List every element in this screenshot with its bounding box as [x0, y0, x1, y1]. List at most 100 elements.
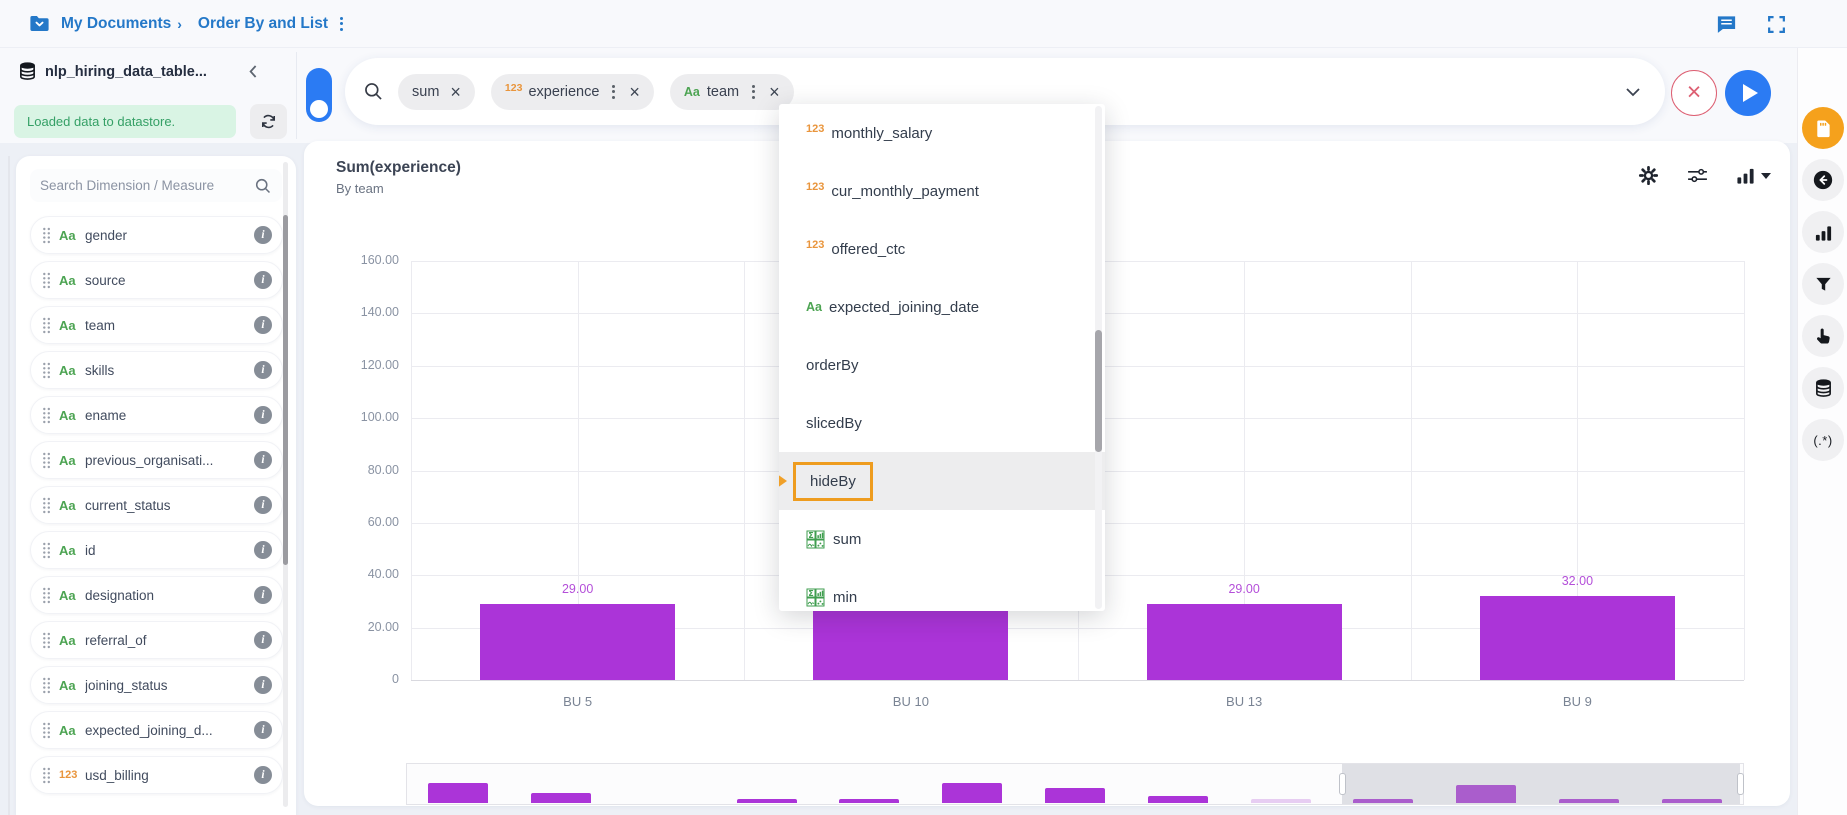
brush-handle-left[interactable] — [1339, 773, 1346, 795]
chip-close-icon[interactable]: × — [450, 83, 461, 101]
rail-back-circle-button[interactable] — [1802, 159, 1844, 201]
svg-text:Σ: Σ — [808, 530, 813, 539]
suggestion-item-hideBy[interactable]: hideBy — [779, 452, 1105, 510]
drag-handle-icon[interactable] — [42, 722, 51, 739]
info-icon[interactable]: i — [254, 271, 272, 289]
suggestion-item-orderBy[interactable]: orderBy — [779, 336, 1105, 394]
field-row[interactable]: Aaidi — [30, 531, 283, 569]
drag-handle-icon[interactable] — [42, 317, 51, 334]
drag-handle-icon[interactable] — [42, 497, 51, 514]
field-row[interactable]: Aaskillsi — [30, 351, 283, 389]
suggestion-item-offered_ctc[interactable]: 123offered_ctc — [779, 220, 1105, 278]
info-icon[interactable]: i — [254, 676, 272, 694]
field-row[interactable]: Aagenderi — [30, 216, 283, 254]
field-row[interactable]: Aaexpected_joining_d...i — [30, 711, 283, 749]
rail-sim-card-button[interactable] — [1802, 107, 1844, 149]
field-row[interactable]: Aacurrent_statusi — [30, 486, 283, 524]
bar-BU 10[interactable] — [813, 604, 1008, 680]
drag-handle-icon[interactable] — [42, 632, 51, 649]
info-icon[interactable]: i — [254, 226, 272, 244]
comments-button[interactable] — [1715, 13, 1738, 36]
suggestion-item-min[interactable]: Σmin — [779, 568, 1105, 611]
suggestion-item-cur_monthly_payment[interactable]: 123cur_monthly_payment — [779, 162, 1105, 220]
field-search-input[interactable] — [40, 178, 254, 193]
suggestion-item-sum[interactable]: Σsum — [779, 510, 1105, 568]
drag-handle-icon[interactable] — [42, 677, 51, 694]
rail-bar-chart-button[interactable] — [1802, 211, 1844, 253]
breadcrumb-current-doc[interactable]: Order By and List — [198, 15, 328, 33]
drag-handle-icon[interactable] — [42, 767, 51, 784]
chart-navigator[interactable] — [406, 763, 1744, 805]
chart-type-selector[interactable] — [1736, 166, 1771, 185]
drag-handle-icon[interactable] — [42, 227, 51, 244]
text-type-icon: Aa — [59, 453, 85, 468]
chip-menu-icon[interactable] — [609, 82, 618, 102]
field-row[interactable]: Aareferral_ofi — [30, 621, 283, 659]
query-chip[interactable]: Aateam× — [670, 74, 794, 110]
clear-query-button[interactable]: × — [1671, 70, 1717, 116]
field-label: referral_of — [85, 633, 254, 648]
suggestion-label: orderBy — [806, 357, 859, 374]
drag-handle-icon[interactable] — [42, 587, 51, 604]
refresh-button[interactable] — [250, 104, 287, 139]
query-chip[interactable]: 123experience× — [491, 74, 654, 110]
info-icon[interactable]: i — [254, 721, 272, 739]
info-icon[interactable]: i — [254, 316, 272, 334]
drag-handle-icon[interactable] — [42, 272, 51, 289]
fullscreen-button[interactable] — [1766, 14, 1787, 35]
info-icon[interactable]: i — [254, 541, 272, 559]
run-query-button[interactable] — [1725, 70, 1771, 116]
drag-handle-icon[interactable] — [42, 542, 51, 559]
nlp-toggle[interactable] — [306, 68, 332, 122]
field-row[interactable]: Aadesignationi — [30, 576, 283, 614]
field-label: source — [85, 273, 254, 288]
rail-hand-pointer-button[interactable] — [1802, 315, 1844, 357]
querybar-chevron-down-icon[interactable] — [1623, 82, 1643, 102]
suggestion-list: 123monthly_salary123cur_monthly_payment1… — [779, 104, 1105, 611]
collapse-panel-button[interactable] — [245, 63, 262, 80]
bar-BU 9[interactable] — [1480, 596, 1675, 680]
number-type-icon: 123 — [59, 769, 85, 781]
field-row[interactable]: Aaenamei — [30, 396, 283, 434]
suggestion-item-slicedBy[interactable]: slicedBy — [779, 394, 1105, 452]
rail-filter-button[interactable] — [1802, 263, 1844, 305]
chip-close-icon[interactable]: × — [629, 83, 640, 101]
info-icon[interactable]: i — [254, 766, 272, 784]
drag-handle-icon[interactable] — [42, 452, 51, 469]
field-row[interactable]: Aateami — [30, 306, 283, 344]
brush-handle-right[interactable] — [1737, 773, 1744, 795]
bar-BU 13[interactable] — [1147, 604, 1342, 680]
chart-filters-sliders-icon[interactable] — [1686, 165, 1709, 186]
chip-close-icon[interactable]: × — [769, 83, 780, 101]
info-icon[interactable]: i — [254, 451, 272, 469]
field-search-box[interactable] — [30, 169, 282, 202]
dropdown-scrollbar-thumb[interactable] — [1095, 330, 1102, 452]
sidebar-scrollbar-thumb[interactable] — [283, 215, 288, 565]
chart-settings-gear-icon[interactable] — [1638, 165, 1659, 186]
rail-regex-button[interactable]: (.*) — [1802, 419, 1844, 461]
drag-handle-icon[interactable] — [42, 362, 51, 379]
field-row[interactable]: 123usd_billingi — [30, 756, 283, 794]
x-tick-label: BU 9 — [1497, 694, 1657, 709]
info-icon[interactable]: i — [254, 586, 272, 604]
gridline-v — [1744, 261, 1745, 680]
drag-handle-icon[interactable] — [42, 407, 51, 424]
navigator-bar — [839, 799, 899, 803]
rail-database-button[interactable] — [1802, 367, 1844, 409]
query-chip[interactable]: sum× — [398, 74, 475, 110]
navigator-brush[interactable] — [1342, 764, 1740, 804]
info-icon[interactable]: i — [254, 496, 272, 514]
field-row[interactable]: Aaprevious_organisati...i — [30, 441, 283, 479]
suggestion-item-expected_joining_date[interactable]: Aaexpected_joining_date — [779, 278, 1105, 336]
field-row[interactable]: Aajoining_statusi — [30, 666, 283, 704]
info-icon[interactable]: i — [254, 361, 272, 379]
suggestion-item-monthly_salary[interactable]: 123monthly_salary — [779, 104, 1105, 162]
info-icon[interactable]: i — [254, 406, 272, 424]
chip-menu-icon[interactable] — [749, 82, 758, 102]
doc-menu-icon[interactable] — [337, 14, 346, 34]
bar-BU 5[interactable] — [480, 604, 675, 680]
chip-label: team — [707, 84, 739, 100]
info-icon[interactable]: i — [254, 631, 272, 649]
field-row[interactable]: Aasourcei — [30, 261, 283, 299]
breadcrumb-my-documents[interactable]: My Documents — [61, 15, 171, 33]
